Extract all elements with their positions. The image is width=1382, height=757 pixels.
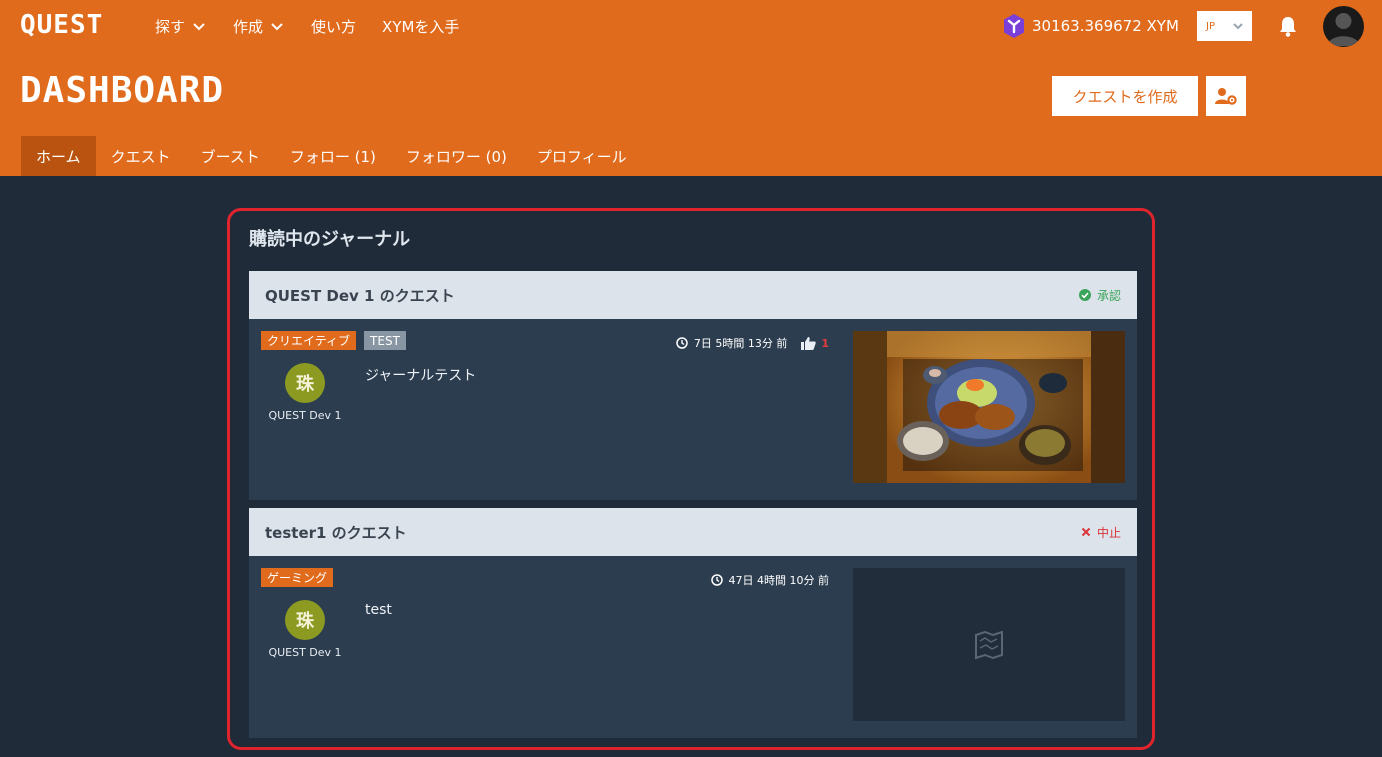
author-avatar: 珠 — [285, 363, 325, 403]
food-photo-image — [853, 331, 1125, 483]
page-title: DASHBOARD — [20, 70, 225, 111]
tag-list: クリエイティブ TEST — [261, 331, 406, 350]
quest-title: tester1 のクエスト — [265, 523, 407, 542]
language-select[interactable]: JP — [1197, 11, 1252, 41]
symbol-logo-icon — [1004, 14, 1024, 38]
category-tag[interactable]: ゲーミング — [261, 568, 334, 587]
tab-followers[interactable]: フォロワー (0) — [391, 136, 522, 176]
chevron-down-icon — [271, 23, 283, 31]
clock-icon — [710, 574, 723, 586]
nav-get-xym-label: XYMを入手 — [382, 17, 460, 36]
journal-text: test — [365, 602, 392, 618]
nav-explore-label: 探す — [155, 17, 186, 36]
wallet-balance[interactable]: 30163.369672 XYM — [1002, 13, 1179, 39]
journal-body: クリエイティブ TEST 珠 QUEST Dev 1 ジャーナルテスト 7日 5… — [249, 319, 1137, 500]
nav-how-to-label: 使い方 — [311, 17, 357, 36]
journal-body: ゲーミング 珠 QUEST Dev 1 test 47日 4時間 10分 前 — [249, 556, 1137, 738]
dashboard-tabs: ホーム クエスト ブースト フォロー (1) フォロワー (0) プロフィール — [21, 136, 642, 176]
notification-bell-icon[interactable] — [1277, 14, 1299, 42]
clock-icon — [676, 337, 688, 349]
user-avatar[interactable] — [1323, 6, 1364, 47]
status-text: 中止 — [1096, 525, 1121, 540]
author-name: QUEST Dev 1 — [268, 646, 342, 659]
journal-meta: 47日 4時間 10分 前 — [710, 572, 829, 588]
close-icon — [1081, 527, 1091, 537]
category-tag[interactable]: TEST — [364, 331, 406, 350]
like-count: 1 — [821, 336, 829, 350]
journal-card: QUEST Dev 1 のクエスト 承認 クリエイティブ TEST 珠 QUES… — [249, 271, 1137, 500]
chevron-down-icon — [1233, 23, 1243, 30]
map-scroll-icon — [975, 630, 1003, 659]
journal-photo[interactable] — [853, 331, 1125, 483]
section-title: 購読中のジャーナル — [249, 229, 411, 250]
language-value: JP — [1206, 20, 1215, 32]
user-settings-icon — [1215, 88, 1237, 105]
check-circle-icon — [1078, 289, 1091, 301]
quest-header[interactable]: tester1 のクエスト 中止 — [249, 508, 1137, 556]
nav-create[interactable]: 作成 — [233, 16, 285, 37]
journal-photo-placeholder[interactable] — [853, 568, 1125, 721]
nav-get-xym[interactable]: XYMを入手 — [382, 16, 459, 37]
top-header: QUEST 探す 作成 使い方 XYMを入手 30163.369672 XYM … — [0, 0, 1382, 176]
status-badge: 承認 — [1078, 287, 1121, 304]
tab-quests[interactable]: クエスト — [96, 136, 186, 176]
subscribed-journals-panel: 購読中のジャーナル QUEST Dev 1 のクエスト 承認 クリエイティブ T… — [227, 208, 1155, 750]
tab-profile[interactable]: プロフィール — [522, 136, 642, 176]
tag-list: ゲーミング — [261, 568, 334, 587]
tab-following[interactable]: フォロー (1) — [275, 136, 391, 176]
author-avatar: 珠 — [285, 600, 325, 640]
main-nav: 探す 作成 使い方 XYMを入手 — [155, 0, 459, 52]
quest-title: QUEST Dev 1 のクエスト — [265, 286, 455, 305]
journal-author[interactable]: 珠 QUEST Dev 1 — [261, 600, 349, 659]
tab-home[interactable]: ホーム — [21, 136, 96, 176]
status-text: 承認 — [1096, 288, 1121, 303]
category-tag[interactable]: クリエイティブ — [261, 331, 357, 350]
nav-create-label: 作成 — [233, 17, 264, 36]
create-quest-button[interactable]: クエストを作成 — [1052, 76, 1198, 116]
status-badge: 中止 — [1081, 524, 1121, 541]
user-settings-button[interactable] — [1206, 76, 1246, 116]
tab-boost[interactable]: ブースト — [186, 136, 275, 176]
wallet-balance-text: 30163.369672 XYM — [1032, 17, 1179, 35]
journal-card: tester1 のクエスト 中止 ゲーミング 珠 QUEST Dev 1 tes… — [249, 508, 1137, 738]
like-button[interactable]: 1 — [801, 336, 829, 350]
nav-explore[interactable]: 探す — [155, 16, 207, 37]
quest-header[interactable]: QUEST Dev 1 のクエスト 承認 — [249, 271, 1137, 319]
nav-how-to[interactable]: 使い方 — [311, 16, 356, 37]
chevron-down-icon — [193, 23, 205, 31]
app-logo[interactable]: QUEST — [20, 10, 103, 40]
journal-meta: 7日 5時間 13分 前 1 — [676, 335, 829, 351]
journal-text: ジャーナルテスト — [365, 368, 477, 384]
journal-time: 7日 5時間 13分 前 — [693, 337, 788, 350]
journal-author[interactable]: 珠 QUEST Dev 1 — [261, 363, 349, 422]
author-name: QUEST Dev 1 — [268, 409, 342, 422]
thumbs-up-icon — [801, 337, 817, 350]
journal-time: 47日 4時間 10分 前 — [728, 574, 829, 587]
